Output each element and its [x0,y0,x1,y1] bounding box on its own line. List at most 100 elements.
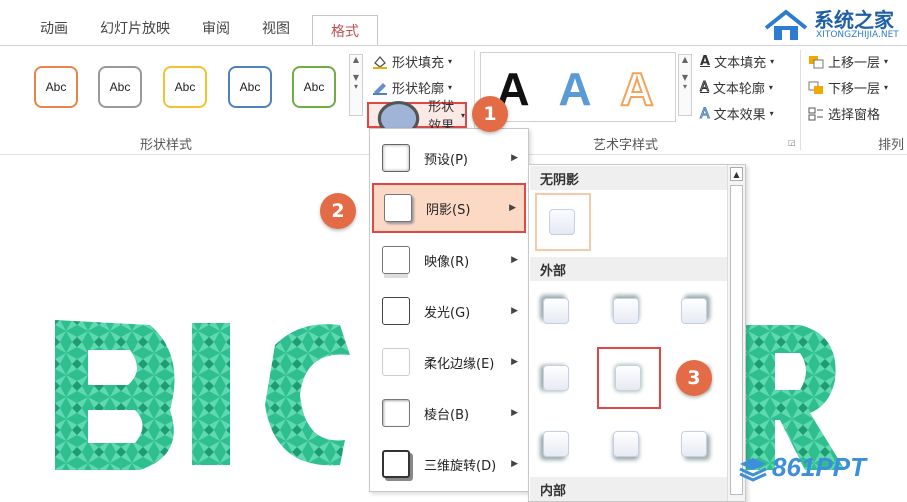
shape-style-2[interactable]: Abc [98,66,142,108]
outer-shadow-bottom-left[interactable] [543,431,569,457]
outer-shadow-top-left[interactable] [543,298,569,324]
submenu-arrow-icon: ▶ [511,153,518,163]
letter-i-shape [192,323,230,465]
shape-styles-group-label: 形状样式 [140,138,193,153]
bevel-thumb-icon [382,399,410,427]
menu-item-label: 棱台(B) [424,407,470,423]
outer-shadow-bottom-right[interactable] [681,431,707,457]
bring-forward-button[interactable]: 上移一层 ▾ [808,52,888,71]
reflection-thumb-icon [382,246,410,274]
text-effects-button[interactable]: A 文本效果 ▾ [700,104,774,123]
shape-style-1[interactable]: Abc [34,66,78,108]
text-outline-icon: A [700,80,710,96]
watermark-title: 系统之家 [814,8,894,32]
shape-style-4[interactable]: Abc [228,66,272,108]
shape-style-5[interactable]: Abc [292,66,336,108]
text-fill-label: 文本填充 [714,56,767,71]
outer-shadow-center [615,365,641,391]
shape-fill-label: 形状填充 [392,56,445,71]
menu-item-glow[interactable]: 发光(G) ▶ [372,286,526,336]
menu-item-reflection[interactable]: 映像(R) ▶ [372,235,526,285]
callout-step-3: 3 [676,360,712,396]
tab-view[interactable]: 视图 [262,18,290,38]
submenu-arrow-icon: ▶ [511,306,518,316]
send-backward-label: 下移一层 [828,82,881,97]
soft-edges-thumb-icon [382,348,410,376]
3d-rotation-thumb-icon [382,450,410,478]
section-no-shadow: 无阴影 [530,166,727,190]
submenu-scrollbar[interactable]: ▲ [727,165,745,501]
shape-effects-menu: 预设(P) ▶ 阴影(S) ▶ 映像(R) ▶ 发光(G) ▶ 柔化边缘(E) … [369,128,529,492]
selection-pane-button[interactable]: 选择窗格 [808,104,880,123]
glow-thumb-icon [382,297,410,325]
shape-fill-button[interactable]: 形状填充 ▾ [372,52,452,71]
send-backward-icon [808,81,823,94]
watermark-bottom-text: 861PPT [772,452,866,482]
menu-item-label: 预设(P) [424,152,468,168]
text-fill-button[interactable]: A 文本填充 ▾ [700,52,774,71]
no-shadow-option[interactable] [535,193,591,251]
shape-style-3[interactable]: Abc [163,66,207,108]
shadow-submenu: 无阴影 外部 内部 ▲ [528,164,746,502]
menu-item-shadow[interactable]: 阴影(S) ▶ [372,183,526,233]
preset-thumb-icon [382,144,410,172]
wordart-style-blue[interactable]: A [550,63,600,115]
menu-item-bevel[interactable]: 棱台(B) ▶ [372,388,526,438]
menu-item-label: 阴影(S) [426,202,471,218]
scroll-thumb[interactable] [730,185,743,495]
selection-pane-label: 选择窗格 [828,108,881,123]
scroll-up-arrow-icon[interactable]: ▲ [730,167,743,181]
menu-item-preset[interactable]: 预设(P) ▶ [372,133,526,183]
menu-item-label: 三维旋转(D) [424,458,497,474]
submenu-arrow-icon: ▶ [509,203,516,213]
text-outline-button[interactable]: A 文本轮廓 ▾ [700,78,773,98]
callout-step-2: 2 [320,193,356,229]
watermark-logo: 系统之家 XITONGZHIJIA.NET [762,2,907,46]
send-backward-button[interactable]: 下移一层 ▾ [808,78,888,97]
watermark-url: XITONGZHIJIA.NET [816,30,899,40]
text-fill-icon: A [700,54,711,69]
tab-animations[interactable]: 动画 [40,18,68,38]
wordart-gallery-scroll[interactable]: ▲ ▼ ▾ [678,54,692,116]
text-effects-label: 文本效果 [713,108,766,123]
section-outer: 外部 [530,257,727,281]
bring-forward-label: 上移一层 [828,56,881,71]
menu-item-soft-edges[interactable]: 柔化边缘(E) ▶ [372,337,526,387]
outer-shadow-left[interactable] [543,365,569,391]
section-inner: 内部 [530,477,727,501]
menu-item-label: 柔化边缘(E) [424,356,495,372]
submenu-arrow-icon: ▶ [511,357,518,367]
bring-forward-icon [809,55,824,68]
outer-shadow-center-selected[interactable] [597,347,661,409]
house-logo-icon [764,9,808,40]
arrange-group-label: 排列 [878,138,905,153]
submenu-arrow-icon: ▶ [511,459,518,469]
dialog-launcher-icon[interactable]: ◲ [788,138,796,147]
callout-step-1: 1 [472,96,508,132]
tab-format[interactable]: 格式 [312,15,378,47]
menu-item-label: 发光(G) [424,305,471,321]
menu-item-3d-rotation[interactable]: 三维旋转(D) ▶ [372,439,526,489]
wordart-style-orange-outline[interactable]: A [612,62,662,116]
tab-slideshow[interactable]: 幻灯片放映 [100,18,170,38]
no-shadow-tile [549,209,575,235]
selection-pane-icon [808,107,823,120]
letter-g-shape [265,324,350,466]
outer-shadow-top[interactable] [613,298,639,324]
stack-logo-icon [739,458,767,482]
outer-shadow-top-right[interactable] [681,298,707,324]
menu-item-label: 映像(R) [424,254,470,270]
shadow-thumb-icon [384,194,412,222]
outer-shadow-bottom[interactable] [613,431,639,457]
submenu-arrow-icon: ▶ [511,408,518,418]
shape-effects-button[interactable]: 形状效果 ▾ [367,100,467,136]
tab-review[interactable]: 审阅 [202,18,230,38]
letter-r-shape [745,325,845,470]
wordart-styles-group-label: 艺术字样式 [593,138,659,153]
shape-style-gallery-scroll[interactable]: ▲ ▼ ▾ [349,54,363,116]
text-outline-label: 文本轮廓 [712,82,765,97]
submenu-arrow-icon: ▶ [511,255,518,265]
watermark-861ppt: 861PPT [738,452,904,488]
text-effects-icon: A [700,105,711,122]
letter-b-shape [55,320,175,470]
